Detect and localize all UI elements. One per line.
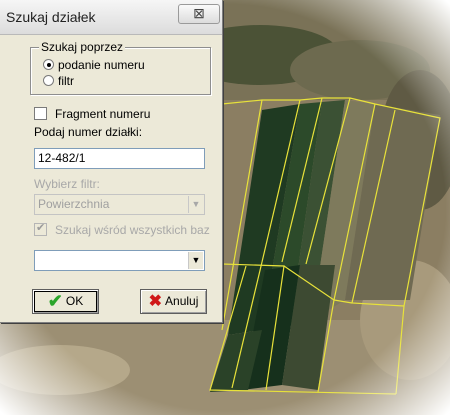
radio-number[interactable]: podanie numeru (43, 58, 145, 73)
chevron-down-icon[interactable]: ▼ (188, 196, 203, 213)
radio-button-selected[interactable] (43, 59, 54, 70)
filter-select[interactable]: Powierzchnia ▼ (34, 194, 205, 215)
title-bar[interactable]: Szukaj działek ⊠ (0, 0, 222, 35)
filter-label: Wybierz filtr: (34, 177, 100, 191)
search-by-legend: Szukaj poprzez (39, 40, 126, 54)
checkmark-icon: ✔ (47, 291, 63, 311)
close-button[interactable]: ⊠ (178, 4, 220, 24)
fragment-checkbox-row[interactable]: Fragment numeru (34, 107, 150, 121)
parcel-number-input[interactable]: 12-482/1 (34, 148, 205, 169)
fragment-label: Fragment numeru (55, 107, 151, 121)
radio-filter[interactable]: filtr (43, 74, 74, 89)
radio-button[interactable] (43, 75, 54, 86)
number-label: Podaj numer działki: (34, 125, 143, 139)
search-all-checkbox[interactable] (34, 221, 47, 236)
search-all-label: Szukaj wśród wszystkich baz (55, 223, 210, 237)
radio-number-label: podanie numeru (58, 58, 145, 72)
cancel-button[interactable]: ✖ Anuluj (140, 289, 207, 314)
search-by-group: Szukaj poprzez podanie numeru filtr (30, 40, 211, 95)
ok-label: OK (65, 294, 84, 308)
fragment-checkbox[interactable] (34, 107, 47, 120)
ok-button[interactable]: ✔ OK (32, 289, 99, 314)
extra-select[interactable]: ▼ (34, 250, 205, 271)
cancel-label: Anuluj (165, 294, 199, 308)
close-icon: ⊠ (193, 5, 205, 21)
x-icon: ✖ (148, 293, 163, 310)
search-all-checkbox-row[interactable]: Szukaj wśród wszystkich baz (34, 221, 210, 237)
dialog-title: Szukaj działek (6, 9, 96, 25)
chevron-down-icon[interactable]: ▼ (188, 252, 203, 269)
search-parcels-dialog: Szukaj działek ⊠ Szukaj poprzez podanie … (0, 0, 223, 323)
radio-filter-label: filtr (58, 74, 74, 88)
filter-select-value: Powierzchnia (38, 197, 110, 211)
